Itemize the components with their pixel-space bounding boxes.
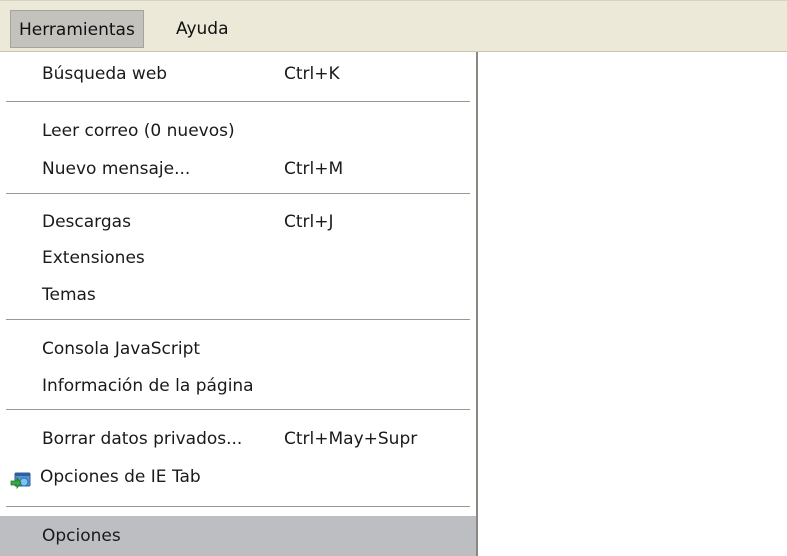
menu-item-consola-javascript[interactable]: Consola JavaScript: [0, 330, 476, 368]
menu-item-shortcut: Ctrl+K: [284, 64, 340, 84]
menu-item-shortcut: Ctrl+M: [284, 159, 344, 179]
menu-separator: [6, 101, 470, 103]
menu-item-temas[interactable]: Temas: [0, 276, 476, 314]
menu-item-label: Opciones: [42, 526, 121, 546]
menu-item-label: Temas: [42, 285, 96, 305]
menu-item-shortcut: Ctrl+May+Supr: [284, 429, 418, 449]
menu-item-label: Borrar datos privados...: [42, 429, 243, 449]
tools-dropdown-menu: Búsqueda web Ctrl+K Leer correo (0 nuevo…: [0, 52, 478, 556]
menu-ayuda[interactable]: Ayuda: [168, 10, 237, 48]
menubar-top-border: [0, 0, 787, 1]
menu-bar: Herramientas Ayuda: [0, 0, 787, 52]
menu-item-label: Leer correo (0 nuevos): [42, 121, 235, 141]
menu-item-borrar-datos-privados[interactable]: Borrar datos privados... Ctrl+May+Supr: [0, 420, 476, 458]
menu-separator: [6, 506, 470, 508]
menu-item-leer-correo[interactable]: Leer correo (0 nuevos): [0, 112, 476, 150]
menu-herramientas[interactable]: Herramientas: [10, 10, 144, 48]
menu-item-opciones-ie-tab[interactable]: Opciones de IE Tab: [0, 458, 476, 496]
menu-item-descargas[interactable]: Descargas Ctrl+J: [0, 203, 476, 241]
menu-item-label: Opciones de IE Tab: [40, 467, 201, 487]
menu-item-label: Descargas: [42, 212, 131, 232]
menu-item-label: Nuevo mensaje...: [42, 159, 191, 179]
menu-separator: [6, 193, 470, 195]
menu-separator: [6, 319, 470, 321]
menu-item-extensiones[interactable]: Extensiones: [0, 239, 476, 277]
menu-item-busqueda-web[interactable]: Búsqueda web Ctrl+K: [0, 55, 476, 93]
menu-item-label: Búsqueda web: [42, 64, 168, 84]
menu-item-label: Consola JavaScript: [42, 339, 201, 359]
menu-item-informacion-pagina[interactable]: Información de la página: [0, 367, 476, 405]
menu-item-label: Extensiones: [42, 248, 145, 268]
menu-item-shortcut: Ctrl+J: [284, 212, 334, 232]
content-area: [478, 52, 787, 556]
menu-item-opciones[interactable]: Opciones: [0, 516, 476, 556]
menu-item-nuevo-mensaje[interactable]: Nuevo mensaje... Ctrl+M: [0, 150, 476, 188]
ie-tab-icon: [10, 467, 32, 490]
menu-separator: [6, 409, 470, 411]
menu-item-label: Información de la página: [42, 376, 254, 396]
